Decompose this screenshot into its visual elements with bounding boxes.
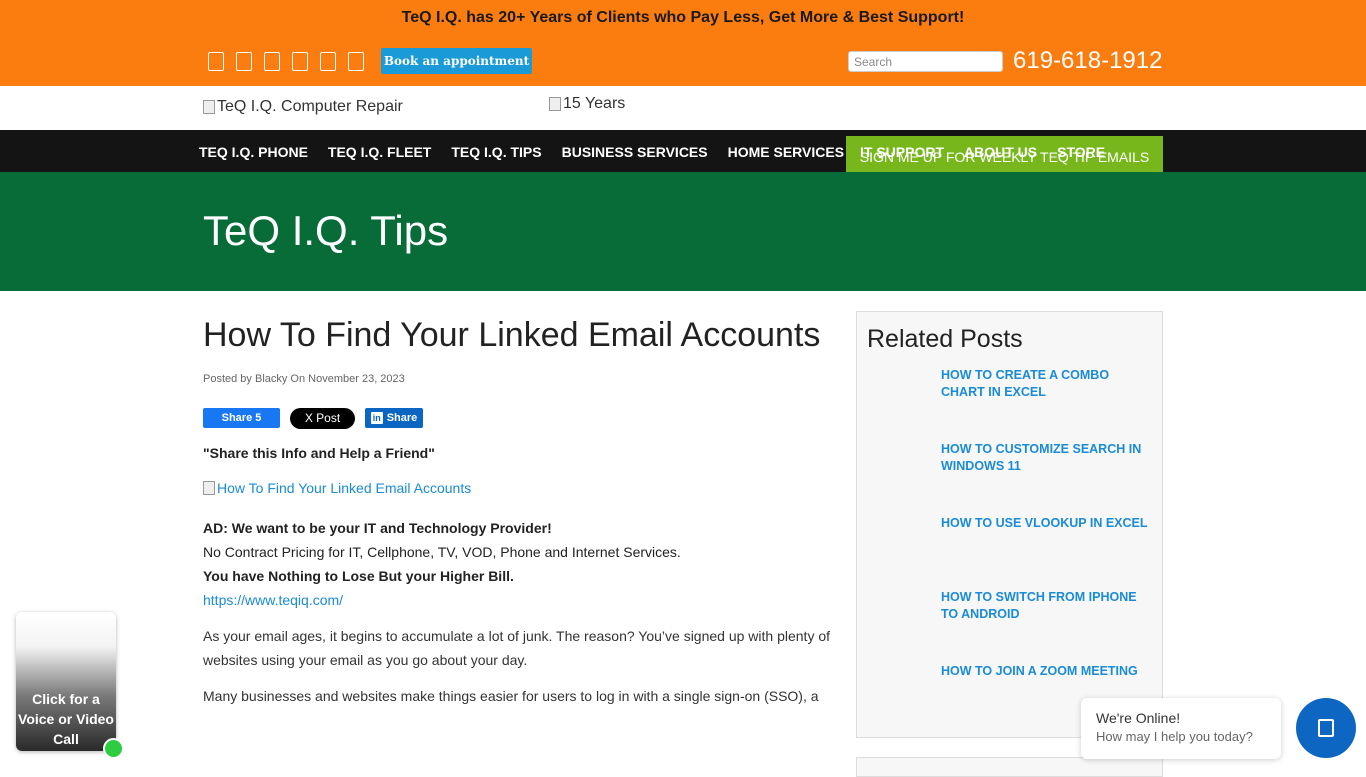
linkedin-icon: in — [370, 412, 383, 424]
instagram-icon[interactable] — [320, 52, 336, 71]
article-image[interactable]: How To Find Your Linked Email Accounts — [203, 480, 833, 496]
chat-title: We're Online! — [1096, 710, 1181, 726]
broken-image-icon — [203, 481, 215, 495]
broken-image-icon — [203, 100, 215, 114]
chat-button[interactable] — [1296, 698, 1356, 758]
online-status-dot — [103, 738, 124, 759]
related-post-link[interactable]: HOW TO JOIN A ZOOM MEETING — [941, 663, 1156, 680]
video-call-widget[interactable]: Click for a Voice or Video Call — [16, 612, 116, 751]
youtube-icon[interactable] — [292, 52, 308, 71]
share-quote: "Share this Info and Help a Friend" — [203, 445, 435, 461]
chat-popup[interactable]: We're Online! How may I help you today? — [1081, 698, 1281, 759]
linkedin-icon[interactable] — [264, 52, 280, 71]
related-post-link[interactable]: HOW TO CREATE A COMBO CHART IN EXCEL — [941, 367, 1156, 401]
nav-item-tips[interactable]: TEQ I.Q. TIPS — [451, 144, 541, 160]
share-buttons: Share 5 X Post in Share — [203, 407, 833, 429]
ad-emphasis: You have Nothing to Lose But your Higher… — [203, 568, 514, 584]
post-meta: Posted by Blacky On November 23, 2023 — [203, 373, 405, 385]
top-bar: TeQ I.Q. has 20+ Years of Clients who Pa… — [0, 0, 1366, 86]
nav-item-it-support[interactable]: IT SUPPORT — [860, 144, 944, 160]
nav-item-home-services[interactable]: HOME SERVICES — [728, 144, 844, 160]
phone-number[interactable]: 619-618-1912 — [1013, 47, 1162, 75]
ad-text: No Contract Pricing for IT, Cellphone, T… — [203, 544, 681, 560]
video-call-label: Click for a Voice or Video Call — [18, 691, 114, 747]
nav-item-business-services[interactable]: BUSINESS SERVICES — [562, 144, 708, 160]
post-title: How To Find Your Linked Email Accounts — [203, 316, 821, 354]
facebook-share-button[interactable]: Share 5 — [203, 408, 280, 428]
nav-item-about-us[interactable]: ABOUT US — [964, 144, 1037, 160]
search-input[interactable]: Search — [848, 51, 1003, 72]
related-post-link[interactable]: HOW TO CUSTOMIZE SEARCH IN WINDOWS 11 — [941, 441, 1156, 475]
nav-item-store[interactable]: STORE — [1057, 144, 1105, 160]
ad-heading: AD: We want to be your IT and Technology… — [203, 520, 552, 536]
site-logo[interactable]: TeQ I.Q. Computer Repair — [203, 98, 403, 116]
page-title: TeQ I.Q. Tips — [203, 207, 449, 254]
chat-icon — [1318, 719, 1334, 737]
linkedin-share-label: Share — [386, 412, 418, 424]
article-image-alt: How To Find Your Linked Email Accounts — [217, 480, 472, 496]
article: How To Find Your Linked Email Accounts P… — [203, 310, 833, 708]
years-badge: 15 Years — [549, 95, 625, 113]
nav-item-fleet[interactable]: TEQ I.Q. FLEET — [328, 144, 431, 160]
paragraph: As your email ages, it begins to accumul… — [203, 628, 831, 668]
tagline: TeQ I.Q. has 20+ Years of Clients who Pa… — [401, 9, 965, 26]
nav-item-phone[interactable]: TEQ I.Q. PHONE — [199, 144, 308, 160]
chat-subtitle: How may I help you today? — [1096, 729, 1253, 744]
related-post-link[interactable]: HOW TO SWITCH FROM IPHONE TO ANDROID — [941, 589, 1156, 623]
page-banner: TeQ I.Q. Tips — [0, 172, 1366, 291]
facebook-icon[interactable] — [208, 52, 224, 71]
logo-alt-text: TeQ I.Q. Computer Repair — [217, 98, 403, 115]
pinterest-icon[interactable] — [348, 52, 364, 71]
related-posts-heading: Related Posts — [867, 325, 1023, 353]
book-appointment-button[interactable]: Book an appointment — [381, 48, 532, 74]
broken-image-icon — [549, 97, 561, 111]
ad-link[interactable]: https://www.teqiq.com/ — [203, 588, 833, 612]
related-post-link[interactable]: HOW TO USE VLOOKUP IN EXCEL — [941, 515, 1156, 532]
sidebar-widget — [856, 757, 1163, 777]
related-posts: Related Posts HOW TO CREATE A COMBO CHAR… — [856, 311, 1163, 738]
years-alt-text: 15 Years — [563, 95, 626, 112]
x-post-button[interactable]: X Post — [290, 407, 355, 429]
linkedin-share-button[interactable]: in Share — [365, 408, 423, 428]
ad-block: AD: We want to be your IT and Technology… — [203, 516, 833, 612]
logo-row: TeQ I.Q. Computer Repair 15 Years — [0, 86, 1366, 130]
twitter-icon[interactable] — [236, 52, 252, 71]
social-links — [208, 52, 364, 71]
paragraph: Many businesses and websites make things… — [203, 688, 819, 704]
